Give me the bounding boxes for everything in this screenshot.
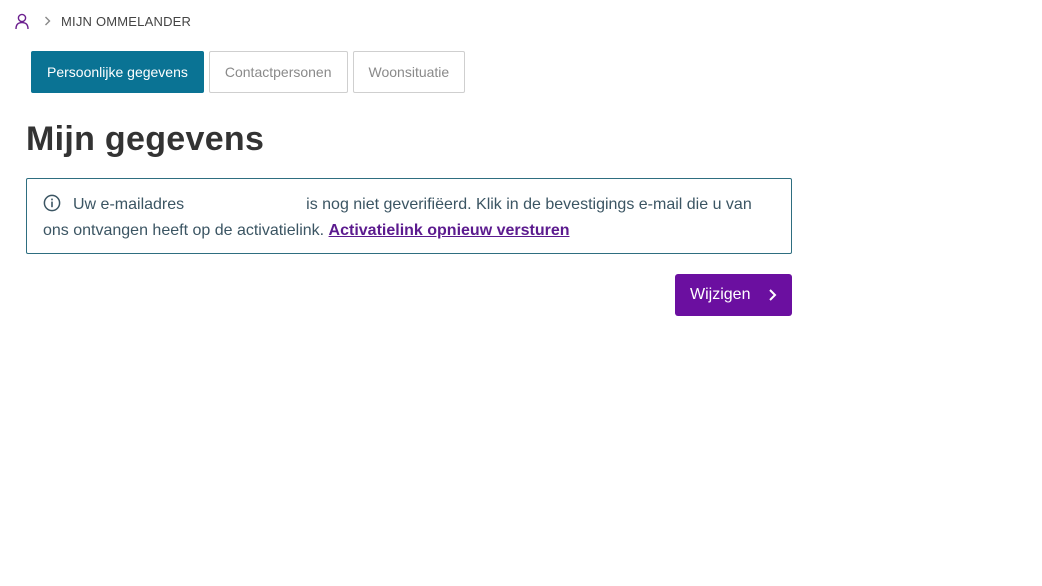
page-title: Mijn gegevens — [26, 120, 265, 158]
edit-button-label: Wijzigen — [690, 286, 751, 303]
breadcrumb: MIJN OMMELANDER — [14, 10, 191, 32]
breadcrumb-current: MIJN OMMELANDER — [61, 13, 192, 29]
resend-activation-link[interactable]: Activatielink opnieuw versturen — [329, 222, 570, 239]
tab-contactpersonen[interactable]: Contactpersonen — [208, 51, 348, 93]
page: MIJN OMMELANDER Persoonlijke gegevens Co… — [0, 0, 1042, 586]
verification-alert: Uw e-mailadres is nog niet geverifiëerd. … — [26, 178, 792, 254]
info-icon — [43, 194, 61, 212]
alert-prefix: Uw e-mailadres — [73, 196, 185, 213]
email-address-redacted — [188, 197, 303, 212]
chevron-right-icon — [44, 16, 52, 26]
edit-button[interactable]: Wijzigen — [675, 274, 792, 316]
tab-bar: Persoonlijke gegevens Contactpersonen Wo… — [31, 51, 466, 93]
tab-woonsituatie[interactable]: Woonsituatie — [352, 51, 466, 93]
chevron-right-icon — [768, 288, 778, 302]
user-icon[interactable] — [14, 12, 30, 30]
tab-persoonlijke-gegevens[interactable]: Persoonlijke gegevens — [31, 51, 204, 93]
